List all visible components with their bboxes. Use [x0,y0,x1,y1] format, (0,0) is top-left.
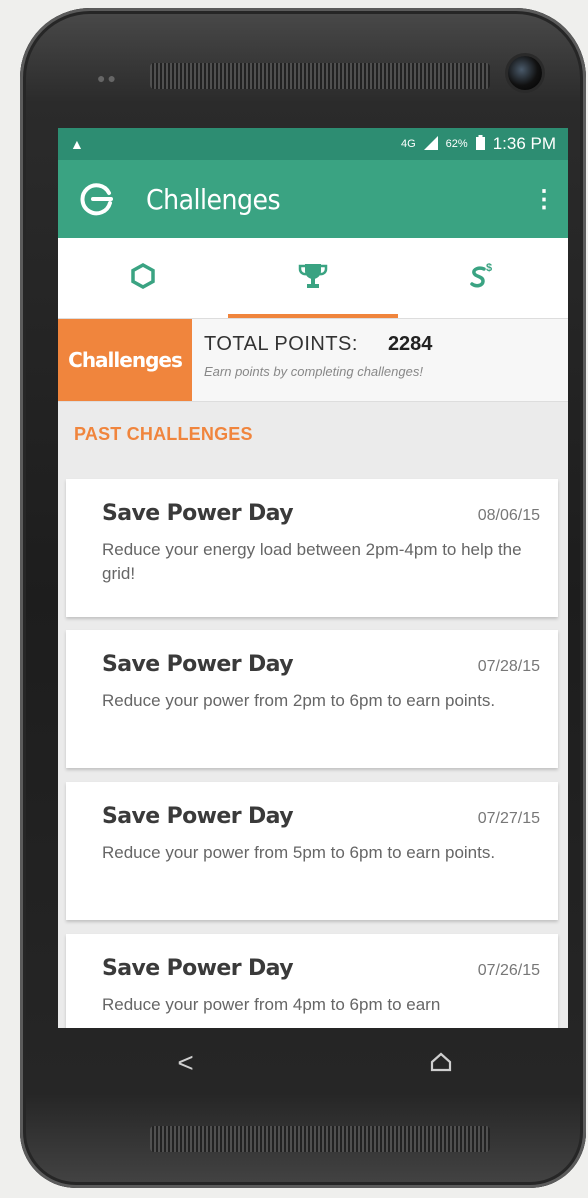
front-camera [508,56,542,90]
challenge-description: Reduce your power from 5pm to 6pm to ear… [102,843,496,862]
status-bar: ▲ 4G 62% 1:36 PM [58,128,568,160]
challenge-card[interactable]: Save Power Day 07/27/15 Reduce your powe… [66,782,558,920]
trophy-icon [298,262,328,295]
challenge-title: Save Power Day [102,501,294,526]
hexagon-icon [130,262,156,294]
points-subtitle: Earn points by completing challenges! [204,364,423,379]
points-summary: Challenges TOTAL POINTS: 2284 Earn point… [58,319,568,402]
network-label: 4G [400,138,416,150]
home-icon[interactable] [411,1047,471,1079]
bottom-speaker [150,1126,490,1152]
sensor-dots: ●● [97,70,118,86]
tab-bar: $ [58,238,568,319]
system-nav-bar: < [58,1028,568,1098]
points-info: TOTAL POINTS: 2284 Earn points by comple… [192,319,444,401]
savings-icon: $ [469,261,497,296]
battery-icon [475,135,485,153]
challenge-title: Save Power Day [102,652,294,677]
svg-text:$: $ [486,262,492,274]
top-speaker [150,63,490,89]
tab-home[interactable] [58,238,228,318]
challenge-card[interactable]: Save Power Day 07/26/15 Reduce your powe… [66,934,558,1028]
challenge-card[interactable]: Save Power Day 08/06/15 Reduce your ener… [66,479,558,617]
challenge-date: 07/28/15 [477,658,540,675]
tab-challenges[interactable] [228,238,398,318]
back-icon[interactable]: < [156,1047,216,1079]
challenge-date: 07/27/15 [477,810,540,827]
signal-icon [423,135,438,153]
app-bar: Challenges ⋮ [58,160,568,238]
more-vertical-icon[interactable]: ⋮ [532,185,556,214]
battery-percent: 62% [445,138,468,150]
challenge-date: 07/26/15 [477,962,540,979]
warning-icon: ▲ [70,136,84,152]
challenge-description: Reduce your power from 2pm to 6pm to ear… [102,691,496,710]
total-points-value: 2284 [387,333,433,355]
status-time: 1:36 PM [492,134,556,153]
challenge-description: Reduce your power from 4pm to 6pm to ear… [102,995,441,1014]
total-points: TOTAL POINTS: 2284 [204,333,432,356]
challenge-date: 08/06/15 [477,507,540,524]
challenge-description: Reduce your energy load between 2pm-4pm … [102,540,522,583]
challenge-title: Save Power Day [102,956,294,981]
section-title: PAST CHALLENGES [74,424,253,444]
challenge-title: Save Power Day [102,804,294,829]
screen: ▲ 4G 62% 1:36 PM Challenges ⋮ $ Challeng… [58,128,568,1028]
total-points-label: TOTAL POINTS: [204,333,358,355]
refresh-back-icon[interactable] [78,180,116,218]
challenges-badge: Challenges [58,319,192,401]
tab-savings[interactable]: $ [398,238,568,318]
page-title: Challenges [146,182,281,216]
challenge-card[interactable]: Save Power Day 07/28/15 Reduce your powe… [66,630,558,768]
